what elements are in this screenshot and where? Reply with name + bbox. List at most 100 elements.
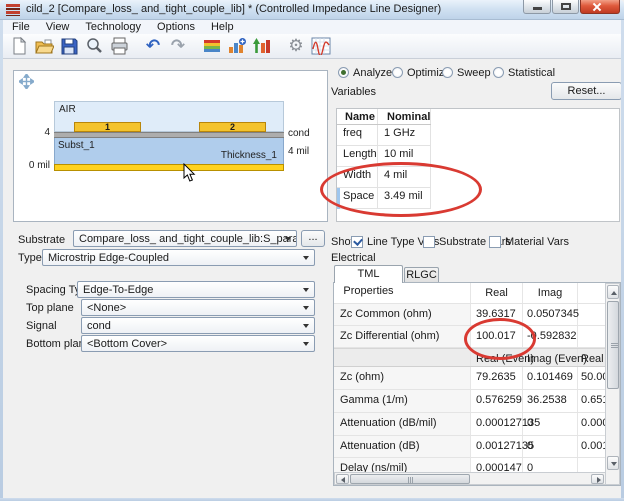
scroll-up-button[interactable]	[607, 285, 619, 299]
substrate-browse-button[interactable]: ...	[301, 230, 325, 247]
type-value: Microstrip Edge-Coupled	[48, 252, 169, 264]
row-label: Zc Differential (ohm)	[334, 326, 471, 347]
column-header-nominal[interactable]: Nominal	[378, 109, 431, 124]
table-row-attenuation-db[interactable]: Attenuation (dB) 0.00127135 0 0.001	[334, 436, 607, 458]
column-header-imag-even[interactable]: Imag (Even)	[523, 349, 578, 366]
titlebar[interactable]: cild_2 [Compare_loss_ and_tight_couple_l…	[0, 0, 624, 20]
type-select[interactable]: Microstrip Edge-Coupled	[42, 249, 315, 266]
menu-view[interactable]: View	[39, 20, 77, 34]
maximize-button[interactable]	[552, 0, 579, 14]
table-row-zc-common[interactable]: Zc Common (ohm) 39.6317 0.0507345	[334, 304, 607, 326]
menu-help[interactable]: Help	[204, 20, 241, 34]
thumb-grip	[611, 343, 618, 348]
menu-file[interactable]: File	[5, 20, 37, 34]
spacing-type-select[interactable]: Edge-To-Edge	[77, 281, 315, 298]
close-button[interactable]	[580, 0, 620, 14]
minimize-button[interactable]	[523, 0, 551, 14]
reset-button[interactable]: Reset...	[551, 82, 622, 100]
vertical-scroll-thumb[interactable]	[607, 301, 619, 389]
radio-sweep-label: Sweep	[457, 67, 491, 79]
var-nominal[interactable]: 4 mil	[378, 167, 431, 187]
tab-rlgc[interactable]: RLGC	[404, 267, 439, 283]
new-document-icon[interactable]	[8, 36, 30, 56]
top-plane-select[interactable]: <None>	[81, 299, 315, 316]
bottom-plane-select[interactable]: <Bottom Cover>	[81, 335, 315, 352]
bottom-left-label: 0 mil	[24, 160, 50, 171]
chevron-down-icon	[303, 342, 309, 346]
open-folder-icon[interactable]	[33, 36, 55, 56]
zoom-icon[interactable]	[83, 36, 105, 56]
checkbox-line-type-vars[interactable]	[351, 236, 363, 248]
vertical-scrollbar[interactable]	[605, 283, 620, 485]
table-row-freq[interactable]: freq 1 GHz	[337, 125, 431, 146]
column-header-name[interactable]: Name	[337, 109, 378, 124]
table-row-zc[interactable]: Zc (ohm) 79.2635 0.101469 50.00	[334, 367, 607, 390]
bar-chart-icon[interactable]	[226, 36, 248, 56]
menu-options[interactable]: Options	[150, 20, 202, 34]
table-row-length[interactable]: Length 10 mil	[337, 146, 431, 167]
layer-stack-icon[interactable]	[201, 36, 223, 56]
var-nominal[interactable]: 10 mil	[378, 146, 431, 166]
radio-optimize[interactable]	[392, 67, 403, 78]
row-label: Attenuation (dB/mil)	[334, 413, 471, 435]
type-label: Type	[18, 252, 42, 264]
ground-layer[interactable]	[54, 164, 284, 171]
column-header-imag[interactable]: Imag	[523, 283, 578, 303]
chevron-down-icon	[303, 306, 309, 310]
menubar: File View Technology Options Help	[3, 20, 621, 34]
undo-icon[interactable]: ↶	[142, 36, 164, 56]
var-nominal[interactable]: 3.49 mil	[378, 188, 431, 208]
table-row-space[interactable]: Space 3.49 mil	[337, 188, 431, 209]
table-row-zc-differential[interactable]: Zc Differential (ohm) 100.017 -0.592832	[334, 326, 607, 348]
table-row-gamma[interactable]: Gamma (1/m) 0.576259 36.2538 0.651	[334, 390, 607, 413]
horizontal-scrollbar[interactable]	[334, 472, 606, 485]
scroll-down-icon	[611, 462, 617, 466]
column-header-real-odd[interactable]: Real (	[578, 349, 607, 366]
var-nominal[interactable]: 1 GHz	[378, 125, 431, 145]
row-label: Attenuation (dB)	[334, 436, 471, 457]
trace-1[interactable]: 1	[74, 122, 141, 132]
checkbox-material-vars[interactable]	[489, 236, 501, 248]
scroll-left-button[interactable]	[336, 474, 349, 484]
table-row-attenuation-mil[interactable]: Attenuation (dB/mil) 0.000127135 0 0.000	[334, 413, 607, 436]
waveform-plot-icon[interactable]	[310, 36, 332, 56]
simulation-gears-icon[interactable]: ⚙	[285, 36, 307, 56]
cross-section-canvas[interactable]: AIR 1 2 Subst_1 Thickness_1 4 0 mil cond…	[13, 70, 328, 222]
var-name: freq	[337, 125, 378, 145]
scroll-down-button[interactable]	[607, 456, 619, 470]
bottom-plane-value: <Bottom Cover>	[87, 338, 167, 350]
substrate-layer[interactable]: Subst_1 Thickness_1	[54, 138, 284, 164]
cell-value: 39.6317	[471, 304, 523, 325]
scroll-right-button[interactable]	[591, 474, 604, 484]
trace-2[interactable]: 2	[199, 122, 266, 132]
column-header-real-even[interactable]: Real (Even)	[471, 349, 523, 366]
column-header-real[interactable]: Real	[471, 283, 523, 303]
radio-statistical[interactable]	[493, 67, 504, 78]
signal-select[interactable]: cond	[81, 317, 315, 334]
cell-value: 50.00	[578, 367, 607, 389]
tab-tml-properties[interactable]: TML Properties	[334, 265, 403, 283]
chevron-down-icon	[303, 288, 309, 292]
radio-sweep[interactable]	[442, 67, 453, 78]
cell-value: 36.2538	[523, 390, 578, 412]
top-plane-label: Top plane	[26, 302, 74, 314]
print-icon[interactable]	[108, 36, 130, 56]
save-icon[interactable]	[58, 36, 80, 56]
variables-section-label: Variables	[331, 86, 376, 98]
table-row-width[interactable]: Width 4 mil	[337, 167, 431, 188]
redo-icon[interactable]: ↷	[167, 36, 189, 56]
checkbox-material-vars-label[interactable]: Material Vars	[505, 236, 569, 248]
row-label: Zc Common (ohm)	[334, 304, 471, 325]
horizontal-scroll-thumb[interactable]	[350, 474, 470, 484]
thumb-grip	[408, 477, 413, 484]
chevron-down-icon	[285, 237, 291, 241]
maximize-icon	[561, 3, 571, 10]
toolbar: ↶ ↷ ⚙	[3, 34, 621, 59]
cell-value: 0.101469	[523, 367, 578, 389]
substrate-select[interactable]: Compare_loss_ and_tight_couple_lib:S_par…	[73, 230, 297, 247]
export-chart-icon[interactable]	[251, 36, 273, 56]
radio-analyze[interactable]	[338, 67, 349, 78]
checkbox-substrate-vars[interactable]	[423, 236, 435, 248]
scroll-up-icon	[611, 291, 617, 295]
menu-technology[interactable]: Technology	[78, 20, 148, 34]
